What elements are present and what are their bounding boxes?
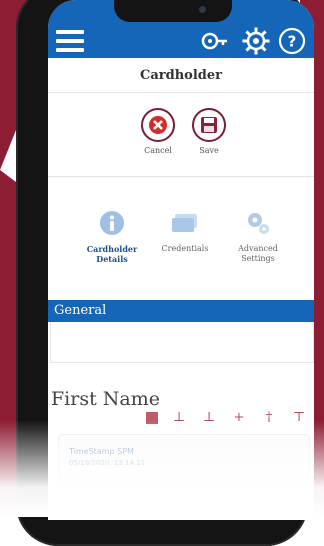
phone-notch [114, 0, 232, 22]
align-bottom-icon[interactable]: ⊥ [172, 410, 186, 426]
field-label-first-name: First Name [51, 388, 160, 410]
dagger-icon[interactable]: † [262, 410, 276, 426]
credentials-icon [172, 214, 197, 232]
card-date: 05/19/2020, 13:14:11 [69, 459, 146, 467]
timestamp-card[interactable]: TimeStamp SPM 05/19/2020, 13:14:11 [58, 434, 310, 506]
gears-icon [248, 213, 269, 234]
align-middle-icon[interactable]: ⊥ [202, 410, 216, 426]
divider [48, 176, 314, 177]
tab-credentials[interactable]: Credentials [149, 210, 221, 254]
cancel-label: Cancel [144, 146, 172, 155]
cancel-button[interactable]: Cancel [136, 108, 180, 155]
help-icon[interactable]: ? [278, 27, 306, 55]
tab-label-line1: Cardholder [86, 244, 138, 254]
phone-frame: ? Cardholder Cancel Save Cardholder Deta… [16, 0, 314, 546]
tab-label-line2: Details [96, 254, 128, 264]
key-icon[interactable] [200, 27, 228, 55]
divider [48, 92, 314, 93]
tab-advanced-settings[interactable]: Advanced Settings [222, 210, 294, 264]
save-label: Save [199, 146, 219, 155]
hamburger-icon[interactable] [56, 30, 84, 52]
section-body [50, 322, 314, 363]
square-icon[interactable] [146, 412, 158, 424]
cancel-icon [141, 108, 175, 142]
tab-label-line2: Settings [241, 254, 275, 263]
align-center-icon[interactable]: + [232, 410, 246, 426]
section-header-general[interactable]: General [48, 300, 314, 322]
info-icon [100, 211, 124, 235]
tab-label-line1: Advanced [238, 244, 278, 253]
align-top-icon[interactable]: ⊤ [292, 410, 306, 426]
svg-text:?: ? [288, 33, 297, 51]
card-title: TimeStamp SPM [69, 447, 134, 456]
tab-cardholder-details[interactable]: Cardholder Details [76, 210, 148, 264]
gear-icon[interactable] [242, 27, 270, 55]
save-icon [192, 108, 226, 142]
camera-dot [199, 6, 206, 13]
page-title: Cardholder [140, 68, 222, 83]
tab-label-line1: Credentials [161, 244, 209, 253]
phone-screen: ? Cardholder Cancel Save Cardholder Deta… [48, 0, 314, 520]
format-toolbar: ⊥ ⊥ + † ⊤ [146, 410, 314, 426]
save-button[interactable]: Save [187, 108, 231, 155]
